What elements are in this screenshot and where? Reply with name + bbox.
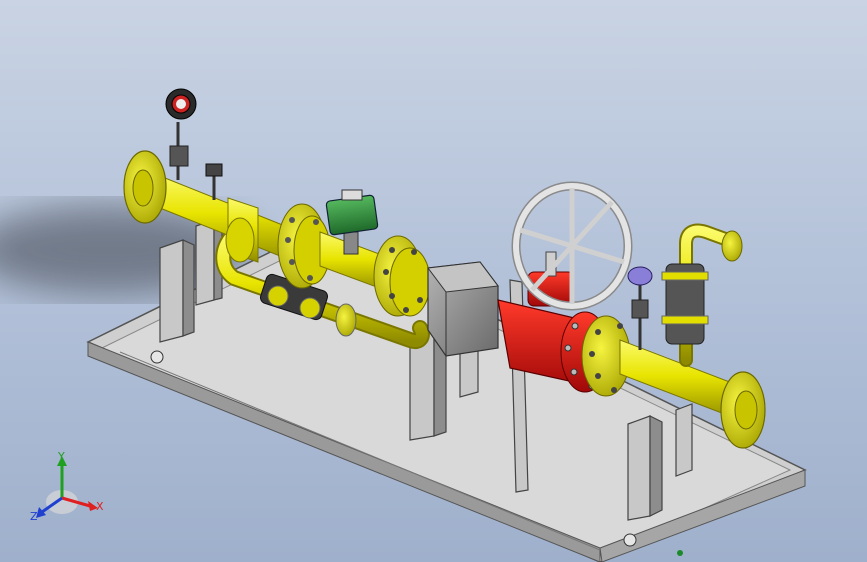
- axis-y-label: Y: [57, 450, 65, 463]
- anchor-bolt-icon: [623, 533, 637, 547]
- axis-z-label: Z: [30, 510, 38, 523]
- cad-assembly-model[interactable]: [0, 0, 867, 562]
- flange-stack[interactable]: [373, 235, 431, 317]
- cad-viewport[interactable]: Y X Z: [0, 0, 867, 562]
- pressure-transmitter[interactable]: [627, 266, 653, 350]
- control-box[interactable]: [427, 261, 499, 357]
- anchor-bolt-icon: [150, 350, 164, 364]
- handwheel[interactable]: [511, 181, 633, 311]
- coordinate-triad: Y X Z: [30, 450, 104, 523]
- vent-line[interactable]: [661, 223, 743, 367]
- pressure-gauge[interactable]: [165, 88, 197, 180]
- axis-x-label: X: [96, 500, 104, 513]
- anchor-bolt-icon: [677, 550, 683, 556]
- temperature-transmitter[interactable]: [205, 163, 223, 200]
- green-actuator[interactable]: [325, 194, 379, 236]
